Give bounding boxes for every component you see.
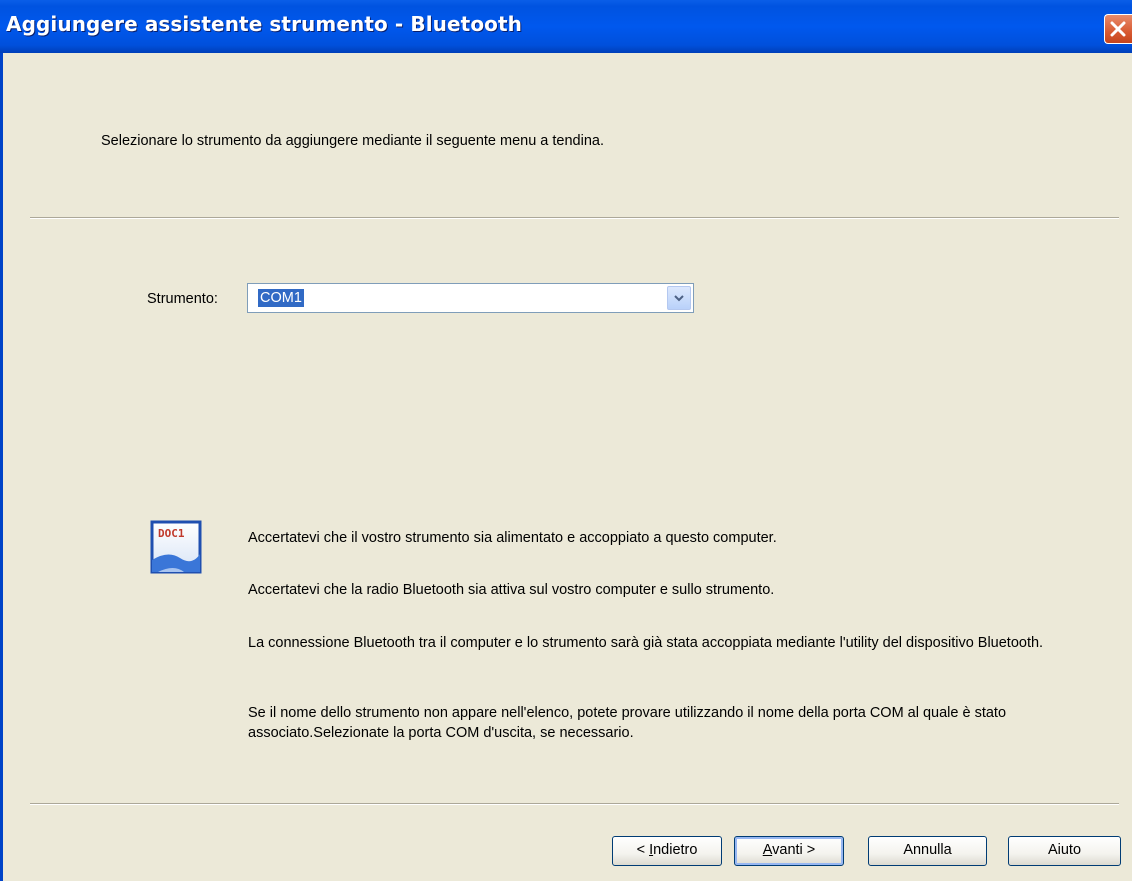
back-button[interactable]: < Indietro <box>612 836 722 866</box>
document-icon: DOC1 <box>150 520 202 574</box>
document-icon-text: DOC1 <box>158 527 185 540</box>
info-message-pairing: La connessione Bluetooth tra il computer… <box>248 635 1044 651</box>
instrument-dropdown[interactable]: COM1 <box>247 283 694 313</box>
info-message-com-port: Se il nome dello strumento non appare ne… <box>248 705 1007 741</box>
info-message-radio: Accertatevi che la radio Bluetooth sia a… <box>248 582 775 598</box>
divider-top <box>30 217 1119 219</box>
window-title: Aggiungere assistente strumento - Blueto… <box>6 12 523 36</box>
close-button[interactable] <box>1104 14 1132 44</box>
title-bar[interactable]: Aggiungere assistente strumento - Blueto… <box>0 0 1132 53</box>
chevron-down-icon <box>674 295 684 302</box>
divider-bottom <box>30 803 1119 805</box>
instrument-label: Strumento: <box>147 291 218 307</box>
help-button[interactable]: Aiuto <box>1008 836 1121 866</box>
dialog-body: Selezionare lo strumento da aggiungere m… <box>3 53 1132 881</box>
cancel-button[interactable]: Annulla <box>868 836 987 866</box>
close-icon <box>1110 21 1126 37</box>
instrument-selected-value: COM1 <box>258 289 304 307</box>
instruction-text: Selezionare lo strumento da aggiungere m… <box>101 133 605 149</box>
info-message-power: Accertatevi che il vostro strumento sia … <box>248 530 777 546</box>
next-button[interactable]: Avanti > <box>734 836 844 866</box>
dropdown-button[interactable] <box>667 286 691 310</box>
